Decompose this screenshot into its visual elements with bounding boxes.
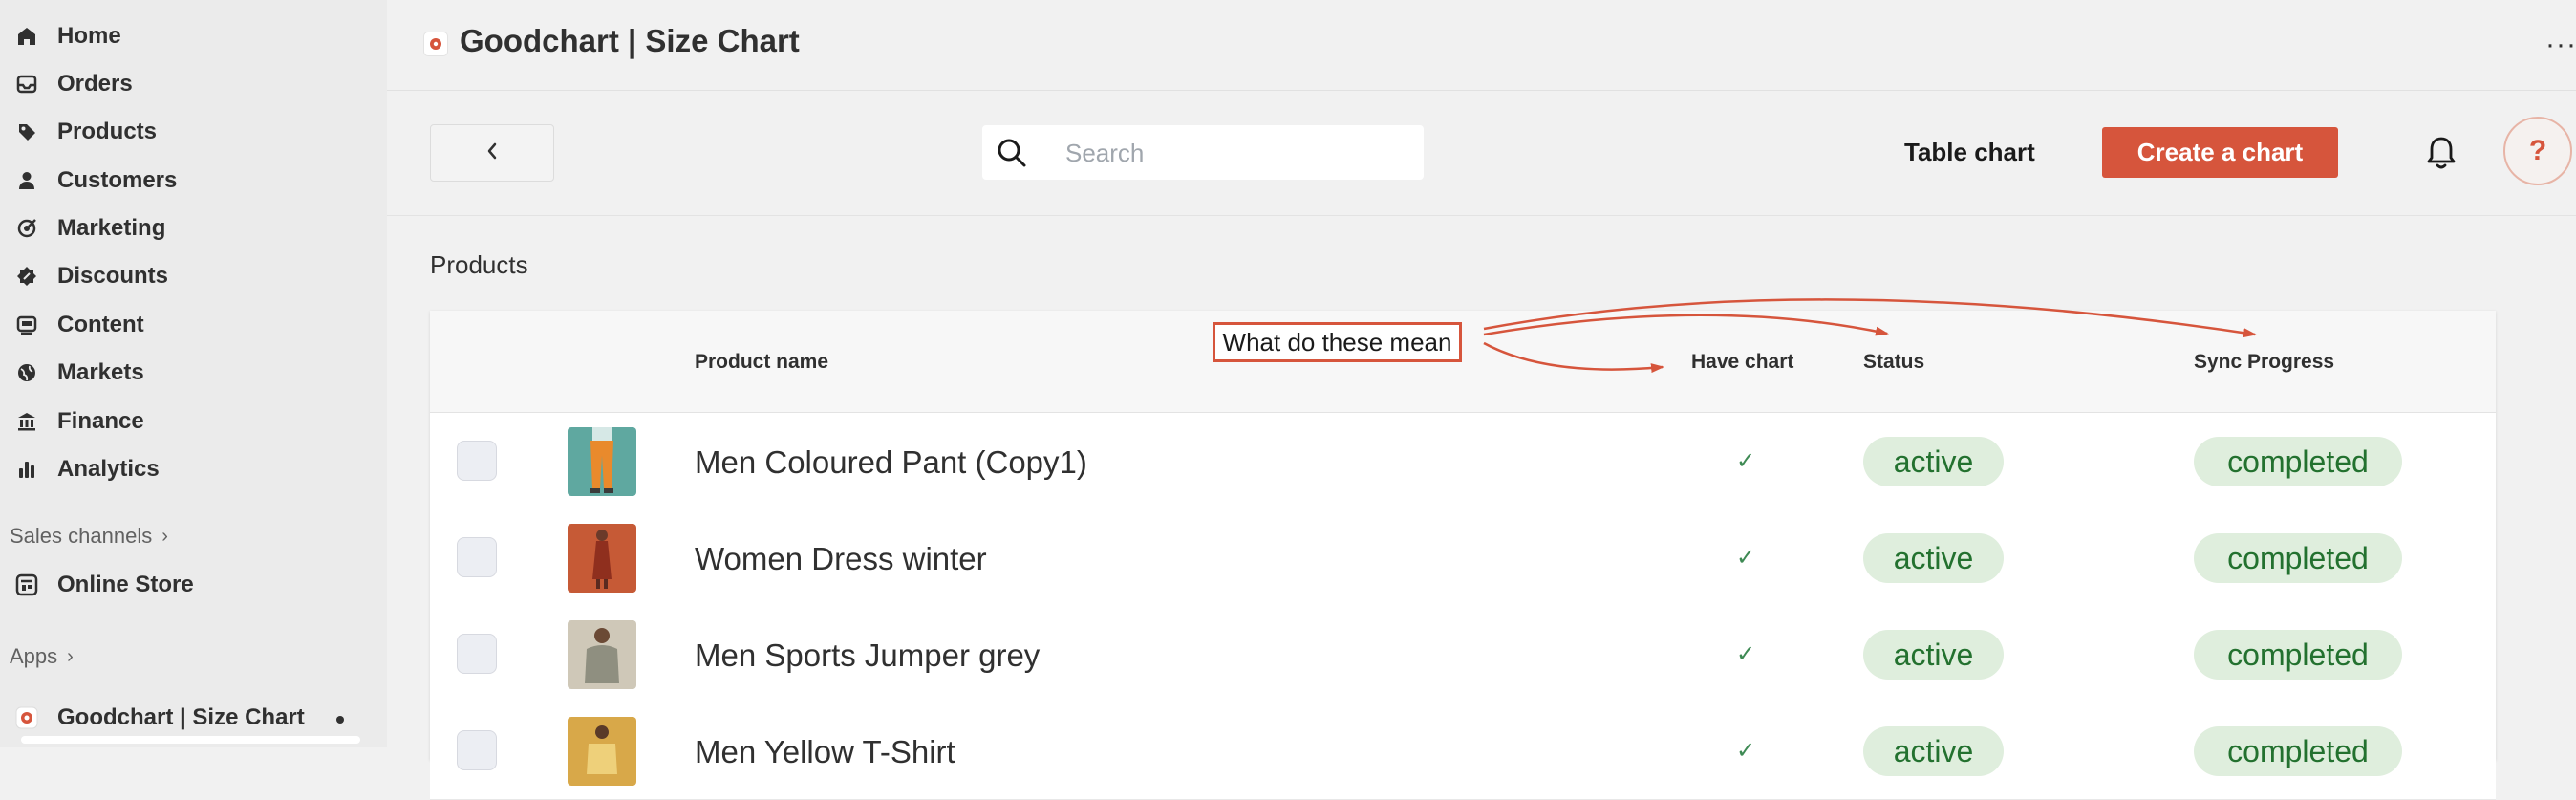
sidebar-item-label: Goodchart | Size Chart — [57, 704, 305, 730]
sidebar-item-label: Customers — [57, 167, 178, 193]
sync-progress-badge: completed — [2194, 630, 2402, 680]
sidebar-item-label: Analytics — [57, 456, 160, 482]
app-title: Goodchart | Size Chart — [460, 23, 800, 58]
store-icon — [15, 573, 38, 596]
search-icon — [996, 137, 1028, 174]
product-thumbnail[interactable] — [568, 620, 636, 689]
sync-progress-badge: completed — [2194, 726, 2402, 776]
content-icon — [15, 314, 38, 336]
sidebar-item-discounts[interactable]: Discounts — [0, 252, 387, 300]
goodchart-logo-icon — [423, 32, 448, 56]
apps-label: Apps — [10, 644, 58, 668]
tag-icon — [15, 120, 38, 143]
product-name[interactable]: Women Dress winter — [695, 541, 987, 577]
bank-icon — [15, 410, 38, 433]
person-icon — [15, 169, 38, 192]
bar-chart-icon — [15, 458, 38, 481]
column-header-sync-progress[interactable]: Sync Progress — [2194, 351, 2334, 374]
status-badge: active — [1863, 437, 2004, 486]
apps-section[interactable]: Apps › — [10, 644, 74, 669]
sidebar-item-content[interactable]: Content — [0, 301, 387, 349]
sales-channels-section[interactable]: Sales channels › — [10, 524, 168, 549]
table-row[interactable]: Men Coloured Pant (Copy1) ✓ active compl… — [430, 413, 2496, 510]
table-header: Product name Have chart Status Sync Prog… — [430, 311, 2496, 413]
sidebar-item-label: Online Store — [57, 572, 194, 597]
sidebar: Home Orders Products Customers Marketing… — [0, 0, 387, 747]
check-icon: ✓ — [1736, 738, 1756, 764]
sidebar-item-label: Home — [57, 23, 121, 49]
column-header-have-chart[interactable]: Have chart — [1691, 351, 1793, 374]
chevron-right-icon: › — [161, 525, 168, 547]
check-icon: ✓ — [1736, 448, 1756, 474]
goodchart-app-icon — [15, 706, 38, 729]
sidebar-item-markets[interactable]: Markets — [0, 349, 387, 397]
table-row[interactable]: Women Dress winter ✓ active completed — [430, 509, 2496, 607]
home-icon — [15, 25, 38, 48]
products-table: Product name Have chart Status Sync Prog… — [430, 311, 2496, 800]
product-name[interactable]: Men Yellow T-Shirt — [695, 734, 955, 770]
sync-progress-badge: completed — [2194, 533, 2402, 583]
check-icon: ✓ — [1736, 641, 1756, 667]
sidebar-item-label: Discounts — [57, 263, 169, 289]
chevron-left-icon — [485, 141, 499, 165]
help-button[interactable]: ? — [2503, 117, 2572, 185]
sidebar-item-products[interactable]: Products — [0, 108, 387, 156]
inbox-icon — [15, 73, 38, 96]
sidebar-item-marketing[interactable]: Marketing — [0, 205, 387, 252]
create-chart-button[interactable]: Create a chart — [2102, 127, 2338, 178]
sidebar-item-label: Markets — [57, 359, 144, 385]
product-thumbnail[interactable] — [568, 524, 636, 593]
status-badge: active — [1863, 533, 2004, 583]
product-thumbnail[interactable] — [568, 427, 636, 496]
sidebar-item-label: Content — [57, 312, 144, 337]
row-checkbox[interactable] — [457, 537, 497, 577]
column-header-product-name[interactable]: Product name — [695, 351, 828, 374]
table-row[interactable]: Men Sports Jumper grey ✓ active complete… — [430, 606, 2496, 703]
sidebar-item-finance[interactable]: Finance — [0, 398, 387, 445]
back-button[interactable] — [430, 124, 554, 182]
row-checkbox[interactable] — [457, 730, 497, 770]
row-checkbox[interactable] — [457, 441, 497, 481]
check-icon: ✓ — [1736, 545, 1756, 571]
bell-icon[interactable] — [2425, 135, 2458, 171]
discount-icon — [15, 265, 38, 288]
sidebar-item-label: Finance — [57, 408, 144, 434]
status-badge: active — [1863, 630, 2004, 680]
sidebar-item-orders[interactable]: Orders — [0, 60, 387, 108]
sync-progress-badge: completed — [2194, 437, 2402, 486]
sidebar-subitem-bar[interactable] — [21, 736, 360, 744]
row-checkbox[interactable] — [457, 634, 497, 674]
product-name[interactable]: Men Coloured Pant (Copy1) — [695, 444, 1087, 481]
product-name[interactable]: Men Sports Jumper grey — [695, 638, 1040, 674]
globe-icon — [15, 361, 38, 384]
toolbar-divider — [387, 215, 2576, 216]
sidebar-item-goodchart[interactable]: Goodchart | Size Chart — [0, 694, 387, 742]
status-badge: active — [1863, 726, 2004, 776]
active-dot-icon — [336, 716, 344, 724]
table-chart-link[interactable]: Table chart — [1904, 138, 2035, 167]
sidebar-item-label: Products — [57, 119, 158, 144]
column-header-status[interactable]: Status — [1863, 351, 1924, 374]
page-title: Products — [430, 250, 528, 279]
product-thumbnail[interactable] — [568, 717, 636, 786]
table-row[interactable]: Men Yellow T-Shirt ✓ active completed — [430, 703, 2496, 800]
sales-channels-label: Sales channels — [10, 524, 153, 548]
annotation-box: What do these mean — [1213, 322, 1462, 362]
chevron-right-icon: › — [67, 645, 74, 667]
target-icon — [15, 217, 38, 240]
more-horizontal-icon[interactable]: ··· — [2545, 29, 2576, 61]
sidebar-item-online-store[interactable]: Online Store — [0, 561, 387, 609]
sidebar-item-analytics[interactable]: Analytics — [0, 445, 387, 493]
sidebar-item-home[interactable]: Home — [0, 12, 387, 60]
sidebar-item-label: Orders — [57, 71, 133, 97]
sidebar-item-customers[interactable]: Customers — [0, 157, 387, 205]
search-input[interactable] — [1063, 133, 1411, 173]
search-box — [982, 125, 1424, 180]
sidebar-item-label: Marketing — [57, 215, 166, 241]
